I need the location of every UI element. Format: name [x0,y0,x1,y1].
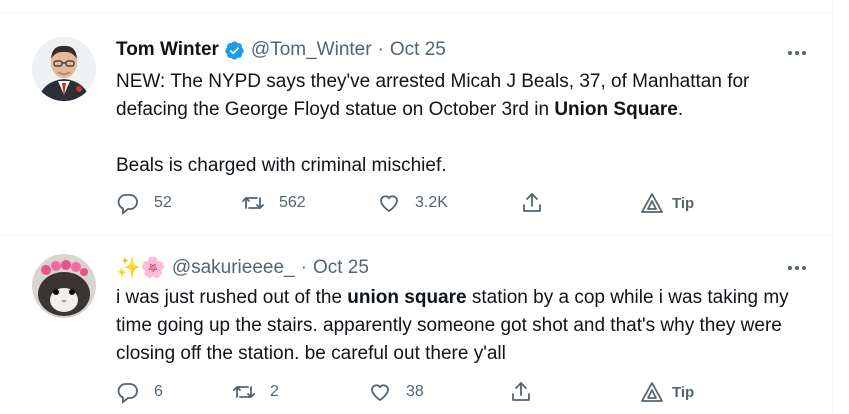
separator-dot: · [300,256,307,278]
tweet-text: NEW: The NYPD says they've arrested Mica… [116,71,750,176]
share-button[interactable] [509,380,533,404]
bold-text: Union Square [554,99,678,120]
share-icon [523,193,541,212]
reply-button[interactable]: 52 [116,191,172,215]
author-name[interactable]: Tom Winter [116,39,219,61]
tip-label: Tip [672,383,695,401]
avatar[interactable] [32,37,96,101]
tweet-header: Tom Winter @Tom_Winter · Oct 25 [116,39,446,61]
reply-icon [117,194,138,215]
verified-badge-icon [224,40,245,61]
like-count: 3.2K [415,194,448,211]
reply-count: 6 [154,383,163,400]
share-icon [512,382,530,401]
tip-icon [641,382,663,402]
reply-button[interactable]: 6 [116,380,163,404]
retweet-count: 2 [270,383,279,400]
avatar[interactable] [32,254,96,318]
timeline: Tom Winter @Tom_Winter · Oct 25 NEW: The… [0,0,833,414]
display-name-emoji[interactable]: ✨🌸 [116,255,166,280]
reply-count: 52 [154,194,172,211]
retweet-button[interactable]: 2 [232,380,279,404]
like-count: 38 [406,383,424,400]
heart-icon [371,384,389,402]
tweet-actions: 6 2 38 Tip [0,380,833,410]
tweet-actions: 52 562 3.2K Tip [0,191,833,221]
tweet-date[interactable]: Oct 25 [313,257,369,279]
tweet-date[interactable]: Oct 25 [390,39,446,61]
tweet[interactable]: ✨🌸 @sakurieeee_ · Oct 25 i was just rush… [0,236,833,414]
tip-icon [641,193,663,213]
retweet-icon [242,197,264,209]
author-handle[interactable]: @sakurieeee_ [172,257,295,279]
author-handle[interactable]: @Tom_Winter [251,39,372,61]
tweet[interactable]: Tom Winter @Tom_Winter · Oct 25 NEW: The… [0,12,833,236]
like-button[interactable]: 3.2K [377,191,448,215]
retweet-count: 562 [279,194,306,211]
bold-text: union square [347,287,467,308]
more-options-icon[interactable] [785,43,809,63]
tip-label: Tip [672,194,695,212]
like-button[interactable]: 38 [368,380,424,404]
tip-button[interactable]: Tip [640,380,694,404]
tip-button[interactable]: Tip [640,191,694,215]
reply-icon [117,383,138,404]
separator-dot: · [377,39,384,60]
tweet-text: i was just rushed out of the union squar… [116,287,789,364]
retweet-icon [233,386,255,398]
more-options-icon[interactable] [785,258,809,278]
share-button[interactable] [520,191,544,215]
retweet-button[interactable]: 562 [241,191,306,215]
heart-icon [380,195,398,213]
tweet-header: ✨🌸 @sakurieeee_ · Oct 25 [116,255,369,280]
